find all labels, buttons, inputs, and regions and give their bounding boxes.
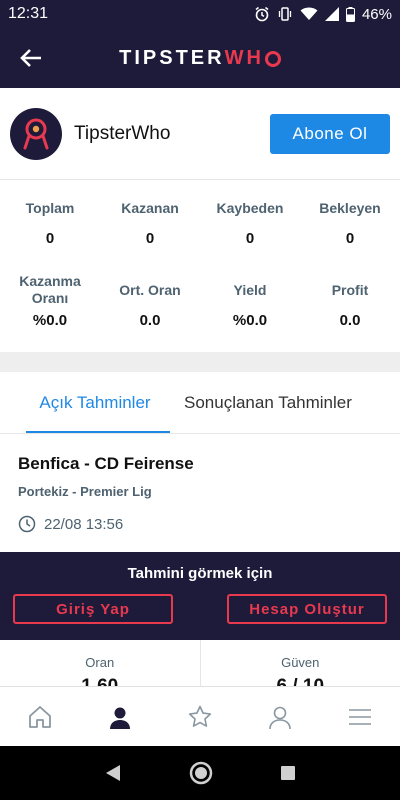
system-back-button[interactable] <box>104 764 122 782</box>
system-recents-button[interactable] <box>280 765 296 781</box>
status-time: 12:31 <box>8 5 49 22</box>
stat-win-rate: Kazanma Oranı %0.0 <box>0 266 100 352</box>
stat-label: Kazanma Oranı <box>19 273 81 306</box>
arrow-left-icon <box>20 49 41 67</box>
stat-value: 0.0 <box>139 312 161 329</box>
match-card[interactable]: Benfica - CD Feirense Portekiz - Premier… <box>0 434 400 552</box>
nav-tipster[interactable] <box>80 687 160 746</box>
alarm-icon <box>254 6 270 22</box>
avatar <box>10 107 62 160</box>
status-icons: 46% <box>254 6 392 23</box>
vibrate-icon <box>277 6 293 22</box>
match-datetime: 22/08 13:56 <box>44 515 124 533</box>
confidence-value: 6 / 10 <box>201 676 400 686</box>
user-icon <box>269 706 291 729</box>
confidence-label: Güven <box>281 655 320 670</box>
tab-open-predictions[interactable]: Açık Tahminler <box>0 372 170 433</box>
stat-yield: Yield %0.0 <box>200 266 300 352</box>
match-league: Portekiz - Premier Lig <box>18 484 152 499</box>
stat-won: Kazanan 0 <box>100 180 200 266</box>
app-logo: TIPSTER WH <box>119 47 281 70</box>
stat-avg-odds: Ort. Oran 0.0 <box>100 266 200 352</box>
login-button[interactable]: Giriş Yap <box>13 594 173 624</box>
triangle-back-icon <box>105 765 120 781</box>
stat-label: Toplam <box>25 199 75 216</box>
stat-label: Profit <box>331 281 369 298</box>
confidence-column: Güven 6 / 10 <box>199 640 400 686</box>
status-bar: 12:31 46% <box>0 0 400 28</box>
subscribe-button[interactable]: Abone Ol <box>270 113 390 154</box>
odds-value: 1.60 <box>0 676 200 686</box>
logo-accent-text: WH <box>224 46 264 69</box>
stat-label: Bekleyen <box>319 199 381 216</box>
logo-target-icon <box>264 51 281 67</box>
stat-pending: Bekleyen 0 <box>300 180 400 266</box>
login-buttons: Giriş Yap Hesap Oluştur <box>0 594 400 624</box>
bottom-nav <box>0 686 400 746</box>
odds-label: Oran <box>85 655 115 670</box>
stat-label: Yield <box>233 281 267 298</box>
match-title: Benfica - CD Feirense <box>18 454 194 473</box>
wifi-icon <box>300 7 318 21</box>
stat-label: Kaybeden <box>216 199 284 216</box>
stat-label: Ort. Oran <box>119 281 181 298</box>
prediction-tabs: Açık Tahminler Sonuçlanan Tahminler <box>0 372 400 434</box>
nav-account[interactable] <box>240 687 320 746</box>
tipster-logo-icon <box>23 118 49 149</box>
stat-value: 0 <box>245 230 255 247</box>
register-button[interactable]: Hesap Oluştur <box>227 594 387 624</box>
nav-favorites[interactable] <box>160 687 240 746</box>
circle-home-icon <box>189 761 213 785</box>
app-header: TIPSTER WH <box>0 28 400 88</box>
star-icon <box>188 705 212 727</box>
menu-icon <box>349 708 371 725</box>
profile-row: TipsterWho Abone Ol <box>0 88 400 180</box>
match-time: 22/08 13:56 <box>18 515 382 533</box>
logo-text: TIPSTER <box>119 46 225 69</box>
square-recents-icon <box>281 766 296 780</box>
stat-value: 0 <box>145 230 155 247</box>
profile-name: TipsterWho <box>74 122 171 144</box>
stat-total: Toplam 0 <box>0 180 100 266</box>
back-button[interactable] <box>14 42 48 74</box>
system-home-button[interactable] <box>189 761 213 785</box>
stat-lost: Kaybeden 0 <box>200 180 300 266</box>
stat-profit: Profit 0.0 <box>300 266 400 352</box>
nav-home[interactable] <box>0 687 80 746</box>
login-panel: Tahmini görmek için Giriş Yap Hesap Oluş… <box>0 552 400 640</box>
system-nav-bar <box>0 746 400 800</box>
odds-column: Oran 1.60 <box>0 640 200 686</box>
home-icon <box>29 705 51 728</box>
stat-value: 0.0 <box>339 312 361 329</box>
odds-row: Oran 1.60 Güven 6 / 10 <box>0 640 400 686</box>
stat-value: %0.0 <box>232 312 268 329</box>
stat-value: 0 <box>345 230 355 247</box>
signal-icon <box>324 7 339 21</box>
battery-percent: 46% <box>361 5 392 23</box>
battery-icon <box>345 6 355 22</box>
stats-grid: Toplam 0 Kazanan 0 Kaybeden 0 Bekleyen 0… <box>0 180 400 352</box>
clock-icon <box>18 515 36 533</box>
nav-menu[interactable] <box>320 687 400 746</box>
stat-value: %0.0 <box>32 312 68 329</box>
stat-value: 0 <box>45 230 55 247</box>
stat-label: Kazanan <box>121 199 179 216</box>
profile-active-icon <box>110 707 130 729</box>
section-divider <box>0 352 400 372</box>
login-prompt: Tahmini görmek için <box>127 565 273 582</box>
tab-settled-predictions[interactable]: Sonuçlanan Tahminler <box>170 372 400 433</box>
